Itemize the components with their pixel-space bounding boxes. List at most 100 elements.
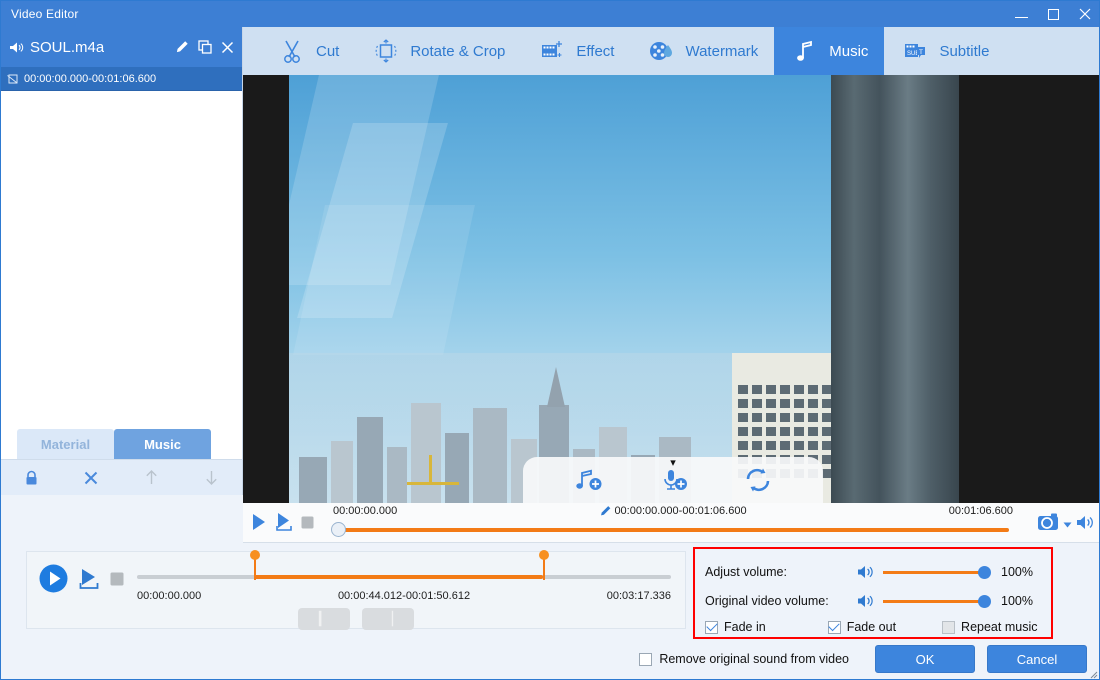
tab-subtitle-label: Subtitle — [939, 42, 990, 60]
audio-playback-controls — [39, 564, 124, 598]
audio-play-button[interactable] — [39, 564, 68, 598]
preview-play-button[interactable] — [251, 513, 267, 536]
preview-volume-button[interactable] — [1076, 514, 1095, 536]
preview-seek-handle[interactable] — [331, 522, 346, 537]
preview-stop-button[interactable] — [301, 516, 314, 534]
clip-range-text: 00:00:00.000-00:01:06.600 — [24, 72, 157, 85]
audio-selection-start-handle[interactable] — [250, 550, 261, 580]
caret-down-icon — [1063, 522, 1072, 527]
preview-play-selection-button[interactable] — [275, 512, 293, 537]
ok-button[interactable]: OK — [875, 645, 975, 673]
fade-out-checkbox[interactable]: Fade out — [827, 620, 897, 634]
audio-timeline[interactable] — [137, 550, 671, 580]
pencil-icon — [601, 506, 611, 516]
audio-trim-buttons: ▎ ▕ — [27, 608, 685, 630]
tab-cut[interactable]: Cut — [261, 27, 355, 75]
building — [445, 433, 469, 503]
clip-name: SOUL.m4a — [30, 38, 105, 56]
music-note-icon — [790, 38, 820, 64]
audio-selection-end-handle[interactable] — [538, 550, 549, 580]
minimize-button[interactable] — [1005, 1, 1037, 27]
stop-icon — [301, 516, 314, 528]
stop-icon — [110, 572, 124, 585]
close-button[interactable] — [1069, 1, 1099, 27]
tab-rotate-crop-label: Rotate & Crop — [410, 42, 506, 60]
delete-button[interactable] — [61, 460, 121, 495]
tab-effect[interactable]: Effect — [521, 27, 630, 75]
checkbox-box — [942, 620, 956, 634]
chevron-down-icon[interactable]: ▾ — [523, 458, 823, 469]
move-up-button[interactable] — [122, 460, 182, 495]
speaker-icon — [9, 41, 24, 54]
set-start-marker-button[interactable]: ▎ — [298, 608, 350, 630]
tab-music[interactable]: Music — [774, 27, 885, 75]
audio-time-labels: 00:00:00.000 00:00:44.012-00:01:50.612 0… — [137, 590, 671, 604]
tab-effect-label: Effect — [576, 42, 615, 60]
tab-subtitle[interactable]: SUB T Subtitle — [884, 27, 1005, 75]
checkbox-box — [705, 620, 718, 634]
original-video-volume-row: Original video volume: 100% — [705, 586, 1041, 615]
audio-track-editor: 00:00:00.000 00:00:44.012-00:01:50.612 0… — [26, 550, 686, 630]
sidebar: SOUL.m4a 00:00:00.000-00:01:06.600 Mater… — [1, 27, 243, 495]
speaker-icon[interactable] — [857, 593, 879, 609]
repeat-music-checkbox[interactable]: Repeat music — [942, 620, 1037, 634]
minimize-icon — [1014, 16, 1028, 18]
audio-selection-range-text: 00:00:44.012-00:01:50.612 — [337, 590, 471, 602]
tab-music-label: Music — [829, 42, 869, 60]
window-controls — [1005, 1, 1099, 27]
tab-material[interactable]: Material — [17, 429, 114, 459]
original-video-volume-slider[interactable] — [883, 594, 991, 608]
copy-icon — [198, 40, 212, 54]
tab-watermark[interactable]: Watermark — [630, 27, 774, 75]
clip-close-button[interactable] — [221, 41, 234, 54]
fade-in-checkbox[interactable]: Fade in — [705, 620, 766, 634]
building — [299, 457, 327, 503]
snapshot-button[interactable] — [1037, 512, 1059, 537]
preview-seek-track[interactable] — [335, 528, 1009, 532]
preview-total-time: 00:01:06.600 — [948, 505, 1013, 517]
resize-grip[interactable] — [1088, 669, 1098, 679]
add-music-icon[interactable] — [574, 467, 604, 493]
tab-rotate-crop[interactable]: Rotate & Crop — [355, 27, 521, 75]
audio-stop-button[interactable] — [110, 572, 124, 591]
slider-handle[interactable] — [978, 594, 991, 608]
move-down-button[interactable] — [182, 460, 242, 495]
set-end-marker-button[interactable]: ▕ — [362, 608, 414, 630]
preview-transport: 00:00:00.000 00:00:00.000-00:01:06.600 0… — [243, 503, 1099, 543]
clip-range-row[interactable]: 00:00:00.000-00:01:06.600 — [1, 67, 242, 91]
lock-button[interactable] — [1, 460, 61, 495]
snapshot-dropdown-button[interactable] — [1063, 516, 1072, 534]
preview-selection-range[interactable]: 00:00:00.000-00:01:06.600 — [599, 505, 747, 517]
remove-original-sound-checkbox[interactable]: Remove original sound from video — [639, 652, 849, 666]
audio-play-selection-button[interactable] — [78, 567, 100, 596]
cancel-button[interactable]: Cancel — [987, 645, 1087, 673]
maximize-icon — [1047, 8, 1059, 20]
clip-list — [1, 91, 242, 427]
audio-end-time: 00:03:17.336 — [606, 590, 671, 602]
bottom-panel: 00:00:00.000 00:00:44.012-00:01:50.612 0… — [1, 543, 1099, 679]
camera-icon — [1038, 513, 1058, 530]
scissors-icon — [277, 38, 307, 64]
preview-current-time: 00:00:00.000 — [333, 505, 398, 517]
tab-cut-label: Cut — [316, 42, 340, 60]
adjust-volume-slider[interactable] — [883, 565, 991, 579]
maximize-button[interactable] — [1037, 1, 1069, 27]
preview-time-labels: 00:00:00.000 00:00:00.000-00:01:06.600 0… — [333, 505, 1013, 521]
video-preview[interactable]: ▾ — [243, 75, 1099, 503]
watermark-icon — [646, 38, 676, 64]
video-editor-window: Video Editor SOUL.m4a 00:00:00.000-00:01… — [0, 0, 1100, 680]
tab-music[interactable]: Music — [114, 429, 211, 459]
replace-audio-icon[interactable] — [744, 467, 772, 493]
clip-duplicate-button[interactable] — [198, 40, 212, 54]
clip-actions — [175, 40, 234, 54]
add-voiceover-icon[interactable] — [659, 467, 689, 493]
pencil-icon — [176, 41, 188, 53]
slider-handle[interactable] — [978, 565, 991, 579]
rotate-crop-icon — [371, 38, 401, 64]
clip-header: SOUL.m4a — [1, 27, 242, 67]
clip-edit-button[interactable] — [175, 40, 189, 54]
speaker-icon[interactable] — [857, 564, 879, 580]
fade-out-label: Fade out — [846, 620, 897, 634]
window-frame-column — [831, 75, 959, 503]
audio-selection-range[interactable] — [254, 575, 543, 579]
